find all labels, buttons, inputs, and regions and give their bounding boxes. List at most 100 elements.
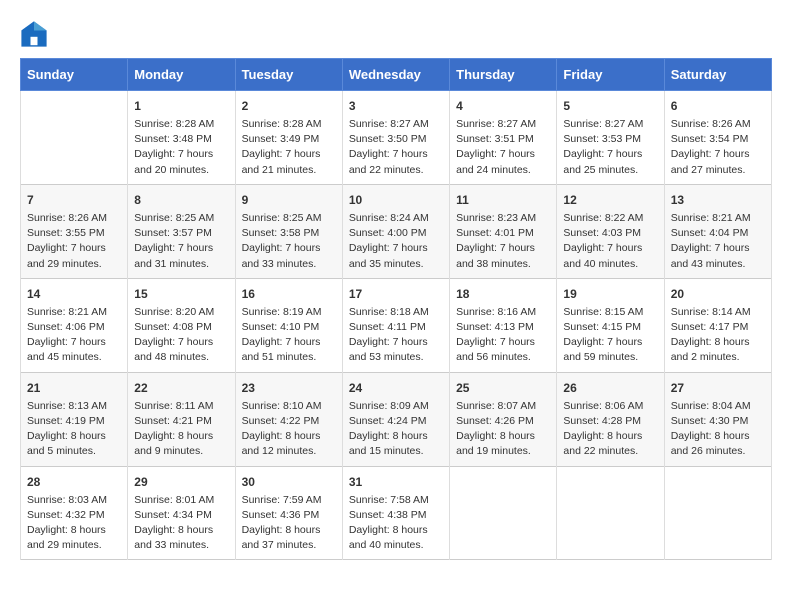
calendar-cell: 2 Sunrise: 8:28 AM Sunset: 3:49 PM Daylig… [235, 91, 342, 185]
day-info: Sunrise: 8:19 AM Sunset: 4:10 PM Dayligh… [242, 305, 336, 366]
day-info: Sunrise: 8:21 AM Sunset: 4:06 PM Dayligh… [27, 305, 121, 366]
calendar-cell: 11 Sunrise: 8:23 AM Sunset: 4:01 PM Dayli… [450, 184, 557, 278]
day-info: Sunrise: 8:26 AM Sunset: 3:55 PM Dayligh… [27, 211, 121, 272]
calendar-cell: 17 Sunrise: 8:18 AM Sunset: 4:11 PM Dayli… [342, 278, 449, 372]
day-info: Sunrise: 8:04 AM Sunset: 4:30 PM Dayligh… [671, 399, 765, 460]
week-row-2: 7 Sunrise: 8:26 AM Sunset: 3:55 PM Daylig… [21, 184, 772, 278]
logo-icon [20, 20, 48, 48]
calendar-cell: 30 Sunrise: 7:59 AM Sunset: 4:36 PM Dayli… [235, 466, 342, 560]
calendar-cell: 20Sunrise: 8:14 AM Sunset: 4:17 PM Dayli… [664, 278, 771, 372]
calendar-cell: 27 Sunrise: 8:04 AM Sunset: 4:30 PM Dayli… [664, 372, 771, 466]
day-info: Sunrise: 8:18 AM Sunset: 4:11 PM Dayligh… [349, 305, 443, 366]
calendar-cell: 24 Sunrise: 8:09 AM Sunset: 4:24 PM Dayli… [342, 372, 449, 466]
day-number: 10 [349, 191, 443, 209]
calendar-cell [664, 466, 771, 560]
day-number: 22 [134, 379, 228, 397]
calendar-cell: 15 Sunrise: 8:20 AM Sunset: 4:08 PM Dayli… [128, 278, 235, 372]
day-info: Sunrise: 8:25 AM Sunset: 3:58 PM Dayligh… [242, 211, 336, 272]
day-info: Sunrise: 8:09 AM Sunset: 4:24 PM Dayligh… [349, 399, 443, 460]
calendar-cell: 13 Sunrise: 8:21 AM Sunset: 4:04 PM Dayli… [664, 184, 771, 278]
weekday-header-saturday: Saturday [664, 59, 771, 91]
weekday-header-sunday: Sunday [21, 59, 128, 91]
day-info: Sunrise: 8:13 AM Sunset: 4:19 PM Dayligh… [27, 399, 121, 460]
day-info: Sunrise: 8:26 AM Sunset: 3:54 PM Dayligh… [671, 117, 765, 178]
day-number: 2 [242, 97, 336, 115]
day-number: 24 [349, 379, 443, 397]
calendar-cell: 25Sunrise: 8:07 AM Sunset: 4:26 PM Dayli… [450, 372, 557, 466]
calendar-cell: 22Sunrise: 8:11 AM Sunset: 4:21 PM Dayli… [128, 372, 235, 466]
calendar-cell: 14 Sunrise: 8:21 AM Sunset: 4:06 PM Dayli… [21, 278, 128, 372]
day-number: 27 [671, 379, 765, 397]
calendar-cell: 29 Sunrise: 8:01 AM Sunset: 4:34 PM Dayli… [128, 466, 235, 560]
weekday-header-friday: Friday [557, 59, 664, 91]
day-number: 4 [456, 97, 550, 115]
calendar-cell: 21Sunrise: 8:13 AM Sunset: 4:19 PM Dayli… [21, 372, 128, 466]
calendar-cell: 26 Sunrise: 8:06 AM Sunset: 4:28 PM Dayli… [557, 372, 664, 466]
week-row-5: 28 Sunrise: 8:03 AM Sunset: 4:32 PM Dayli… [21, 466, 772, 560]
day-info: Sunrise: 8:28 AM Sunset: 3:49 PM Dayligh… [242, 117, 336, 178]
calendar-cell: 12Sunrise: 8:22 AM Sunset: 4:03 PM Dayli… [557, 184, 664, 278]
day-info: Sunrise: 8:01 AM Sunset: 4:34 PM Dayligh… [134, 493, 228, 554]
day-info: Sunrise: 7:59 AM Sunset: 4:36 PM Dayligh… [242, 493, 336, 554]
day-number: 16 [242, 285, 336, 303]
calendar-cell [21, 91, 128, 185]
day-number: 17 [349, 285, 443, 303]
day-info: Sunrise: 8:27 AM Sunset: 3:51 PM Dayligh… [456, 117, 550, 178]
calendar-cell: 16 Sunrise: 8:19 AM Sunset: 4:10 PM Dayli… [235, 278, 342, 372]
day-number: 28 [27, 473, 121, 491]
calendar-cell: 8 Sunrise: 8:25 AM Sunset: 3:57 PM Daylig… [128, 184, 235, 278]
day-info: Sunrise: 8:27 AM Sunset: 3:53 PM Dayligh… [563, 117, 657, 178]
weekday-header-row: SundayMondayTuesdayWednesdayThursdayFrid… [21, 59, 772, 91]
week-row-4: 21Sunrise: 8:13 AM Sunset: 4:19 PM Dayli… [21, 372, 772, 466]
day-number: 1 [134, 97, 228, 115]
weekday-header-thursday: Thursday [450, 59, 557, 91]
day-info: Sunrise: 8:03 AM Sunset: 4:32 PM Dayligh… [27, 493, 121, 554]
calendar-cell [557, 466, 664, 560]
day-number: 14 [27, 285, 121, 303]
day-info: Sunrise: 8:15 AM Sunset: 4:15 PM Dayligh… [563, 305, 657, 366]
day-number: 23 [242, 379, 336, 397]
page-header [20, 20, 772, 48]
calendar-cell: 10 Sunrise: 8:24 AM Sunset: 4:00 PM Dayli… [342, 184, 449, 278]
calendar-cell: 3 Sunrise: 8:27 AM Sunset: 3:50 PM Daylig… [342, 91, 449, 185]
logo [20, 20, 52, 48]
day-number: 29 [134, 473, 228, 491]
calendar-cell: 1 Sunrise: 8:28 AM Sunset: 3:48 PM Daylig… [128, 91, 235, 185]
calendar-table: SundayMondayTuesdayWednesdayThursdayFrid… [20, 58, 772, 560]
day-number: 30 [242, 473, 336, 491]
day-info: Sunrise: 8:28 AM Sunset: 3:48 PM Dayligh… [134, 117, 228, 178]
calendar-cell: 9 Sunrise: 8:25 AM Sunset: 3:58 PM Daylig… [235, 184, 342, 278]
day-number: 18 [456, 285, 550, 303]
day-number: 8 [134, 191, 228, 209]
calendar-cell: 23 Sunrise: 8:10 AM Sunset: 4:22 PM Dayli… [235, 372, 342, 466]
day-number: 31 [349, 473, 443, 491]
week-row-3: 14 Sunrise: 8:21 AM Sunset: 4:06 PM Dayli… [21, 278, 772, 372]
day-info: Sunrise: 8:22 AM Sunset: 4:03 PM Dayligh… [563, 211, 657, 272]
week-row-1: 1 Sunrise: 8:28 AM Sunset: 3:48 PM Daylig… [21, 91, 772, 185]
weekday-header-wednesday: Wednesday [342, 59, 449, 91]
day-number: 6 [671, 97, 765, 115]
day-info: Sunrise: 8:20 AM Sunset: 4:08 PM Dayligh… [134, 305, 228, 366]
day-info: Sunrise: 8:06 AM Sunset: 4:28 PM Dayligh… [563, 399, 657, 460]
day-info: Sunrise: 8:10 AM Sunset: 4:22 PM Dayligh… [242, 399, 336, 460]
day-number: 7 [27, 191, 121, 209]
day-info: Sunrise: 8:27 AM Sunset: 3:50 PM Dayligh… [349, 117, 443, 178]
day-info: Sunrise: 7:58 AM Sunset: 4:38 PM Dayligh… [349, 493, 443, 554]
day-info: Sunrise: 8:14 AM Sunset: 4:17 PM Dayligh… [671, 305, 765, 366]
day-number: 13 [671, 191, 765, 209]
calendar-cell: 19Sunrise: 8:15 AM Sunset: 4:15 PM Dayli… [557, 278, 664, 372]
day-info: Sunrise: 8:25 AM Sunset: 3:57 PM Dayligh… [134, 211, 228, 272]
day-number: 11 [456, 191, 550, 209]
day-info: Sunrise: 8:21 AM Sunset: 4:04 PM Dayligh… [671, 211, 765, 272]
day-info: Sunrise: 8:23 AM Sunset: 4:01 PM Dayligh… [456, 211, 550, 272]
calendar-cell: 4 Sunrise: 8:27 AM Sunset: 3:51 PM Daylig… [450, 91, 557, 185]
day-number: 26 [563, 379, 657, 397]
day-number: 3 [349, 97, 443, 115]
weekday-header-tuesday: Tuesday [235, 59, 342, 91]
day-number: 15 [134, 285, 228, 303]
calendar-cell: 18Sunrise: 8:16 AM Sunset: 4:13 PM Dayli… [450, 278, 557, 372]
weekday-header-monday: Monday [128, 59, 235, 91]
day-number: 9 [242, 191, 336, 209]
day-info: Sunrise: 8:24 AM Sunset: 4:00 PM Dayligh… [349, 211, 443, 272]
day-info: Sunrise: 8:07 AM Sunset: 4:26 PM Dayligh… [456, 399, 550, 460]
